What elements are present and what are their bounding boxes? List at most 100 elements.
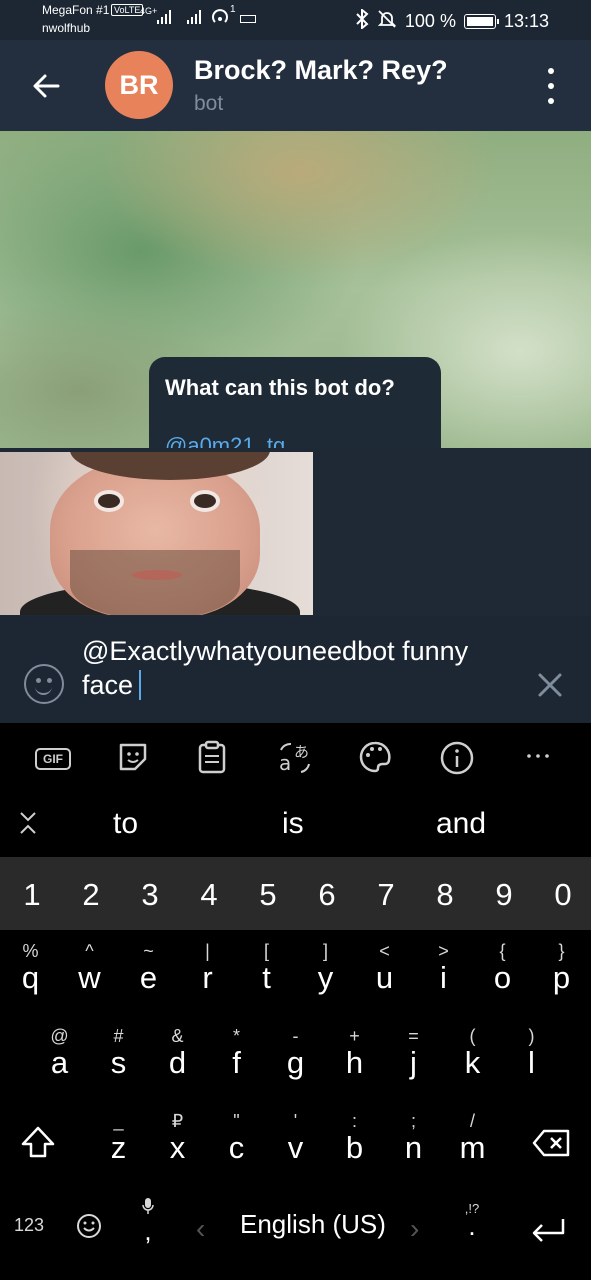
palette-icon[interactable] bbox=[358, 740, 394, 776]
secondary-symbol: * bbox=[232, 1026, 240, 1046]
suggestion-2[interactable]: is bbox=[282, 807, 304, 841]
status-right: 100 % 13:13 bbox=[355, 7, 549, 34]
letter-key[interactable]: (k bbox=[443, 1026, 502, 1080]
letter-key[interactable]: :b bbox=[325, 1111, 384, 1165]
more-options-icon[interactable] bbox=[525, 740, 561, 776]
number-row: 1234567890 bbox=[0, 857, 591, 930]
numbers-key[interactable]: 123 bbox=[14, 1215, 44, 1236]
letter-key[interactable]: % q bbox=[1, 941, 60, 995]
number-key[interactable]: 5 bbox=[248, 877, 288, 913]
svg-text:a: a bbox=[279, 751, 291, 775]
letter-key[interactable]: # s bbox=[89, 1026, 148, 1080]
letter-key[interactable]: | r bbox=[178, 941, 237, 995]
secondary-symbol: ] bbox=[322, 941, 328, 961]
signal-icon bbox=[157, 10, 171, 24]
suggestion-1[interactable]: to bbox=[113, 807, 138, 841]
letter-key[interactable]: + h bbox=[325, 1026, 384, 1080]
microphone-icon bbox=[142, 1198, 154, 1214]
battery-percent: 100 % bbox=[404, 11, 456, 31]
key-letter: l bbox=[528, 1045, 535, 1080]
letter-key[interactable]: ' v bbox=[266, 1111, 325, 1165]
number-key[interactable]: 6 bbox=[307, 877, 347, 913]
more-menu-icon[interactable] bbox=[541, 68, 561, 104]
letter-key[interactable]: ; n bbox=[384, 1111, 443, 1165]
letter-key[interactable]: * f bbox=[207, 1026, 266, 1080]
secondary-symbol: @ bbox=[50, 1026, 69, 1046]
letter-key[interactable]: ] y bbox=[296, 941, 355, 995]
secondary-symbol: + bbox=[349, 1026, 360, 1046]
message-input[interactable]: @Exactlywhatyouneedbot funny face bbox=[82, 634, 522, 702]
number-key[interactable]: 8 bbox=[425, 877, 465, 913]
letter-key[interactable]: @ a bbox=[30, 1026, 89, 1080]
number-key[interactable]: 4 bbox=[189, 877, 229, 913]
status-bar: MegaFon #1 nwolfhub VoLTE 4G+ 1 100 % 13… bbox=[0, 0, 591, 40]
key-letter: f bbox=[232, 1045, 241, 1080]
period-key[interactable]: ,!? . bbox=[460, 1201, 484, 1239]
clipboard-icon[interactable] bbox=[197, 740, 233, 776]
chat-title[interactable]: Brock? Mark? Rey? bbox=[194, 55, 448, 86]
back-arrow-icon[interactable] bbox=[30, 70, 62, 102]
letter-key[interactable]: _ z bbox=[89, 1111, 148, 1165]
chat-header: BR Brock? Mark? Rey? bot bbox=[0, 40, 591, 131]
letter-key[interactable]: ) l bbox=[502, 1026, 561, 1080]
bot-info-link[interactable]: @a0m21_tg bbox=[165, 433, 285, 448]
emoji-key-icon[interactable] bbox=[76, 1213, 102, 1239]
letter-key[interactable]: = j bbox=[384, 1026, 443, 1080]
letter-key[interactable]: ~ e bbox=[119, 941, 178, 995]
clear-input-icon[interactable] bbox=[537, 672, 563, 698]
translate-icon[interactable]: aあ bbox=[277, 740, 313, 776]
secondary-symbol: & bbox=[171, 1026, 184, 1046]
number-key[interactable]: 7 bbox=[366, 877, 406, 913]
battery-icon bbox=[463, 14, 499, 29]
info-icon[interactable] bbox=[439, 740, 475, 776]
letter-key[interactable]: > i bbox=[414, 941, 473, 995]
key-letter: d bbox=[168, 1045, 187, 1080]
space-key[interactable]: English (US) bbox=[240, 1209, 386, 1240]
letter-key[interactable]: {o bbox=[473, 941, 532, 995]
emoji-icon[interactable] bbox=[24, 664, 64, 704]
backspace-icon[interactable] bbox=[532, 1127, 572, 1159]
letter-key[interactable]: } p bbox=[532, 941, 591, 995]
letter-key[interactable]: [t bbox=[237, 941, 296, 995]
sticker-icon[interactable] bbox=[116, 740, 152, 776]
space-left-chevron-icon: ‹ bbox=[196, 1213, 206, 1244]
letter-key[interactable]: " c bbox=[207, 1111, 266, 1165]
letter-key[interactable]: ₽ x bbox=[148, 1111, 207, 1165]
keyboard-toolbar: GIF aあ bbox=[0, 723, 591, 791]
key-letter: x bbox=[169, 1130, 186, 1165]
letter-key[interactable]: < u bbox=[355, 941, 414, 995]
number-key[interactable]: 2 bbox=[71, 877, 111, 913]
secondary-symbol: ; bbox=[410, 1111, 416, 1131]
comma-key[interactable]: , bbox=[140, 1197, 156, 1249]
suggestion-3[interactable]: and bbox=[436, 807, 486, 841]
bot-info-bubble: What can this bot do? @a0m21_tg bbox=[149, 357, 441, 448]
inline-results-panel bbox=[0, 448, 591, 616]
number-key[interactable]: 0 bbox=[543, 877, 583, 913]
secondary-symbol: % bbox=[22, 941, 39, 961]
secondary-symbol: = bbox=[408, 1026, 419, 1046]
secondary-symbol: ) bbox=[528, 1026, 535, 1046]
key-letter: a bbox=[50, 1045, 69, 1080]
secondary-symbol: ^ bbox=[85, 941, 94, 961]
collapse-suggestions-icon[interactable] bbox=[18, 811, 38, 835]
hotspot-count: 1 bbox=[230, 4, 236, 15]
number-key[interactable]: 3 bbox=[130, 877, 170, 913]
letter-key[interactable]: / m bbox=[443, 1111, 502, 1165]
key-letter: r bbox=[202, 960, 213, 995]
inline-result-photo[interactable] bbox=[0, 452, 313, 615]
letter-key[interactable]: ^ w bbox=[60, 941, 119, 995]
letter-key[interactable]: -g bbox=[266, 1026, 325, 1080]
avatar[interactable]: BR bbox=[105, 51, 173, 119]
letter-key[interactable]: & d bbox=[148, 1026, 207, 1080]
number-key[interactable]: 9 bbox=[484, 877, 524, 913]
number-key[interactable]: 1 bbox=[12, 877, 52, 913]
key-letter: s bbox=[110, 1045, 127, 1080]
chat-subtitle: bot bbox=[194, 92, 224, 115]
chat-background: What can this bot do? @a0m21_tg bbox=[0, 131, 591, 448]
shift-icon[interactable] bbox=[18, 1123, 58, 1163]
keyboard-status-icon bbox=[240, 15, 256, 23]
key-letter: i bbox=[440, 960, 447, 995]
enter-icon[interactable] bbox=[528, 1215, 568, 1247]
message-input-bar: @Exactlywhatyouneedbot funny face bbox=[0, 616, 591, 723]
gif-icon[interactable]: GIF bbox=[35, 740, 71, 776]
